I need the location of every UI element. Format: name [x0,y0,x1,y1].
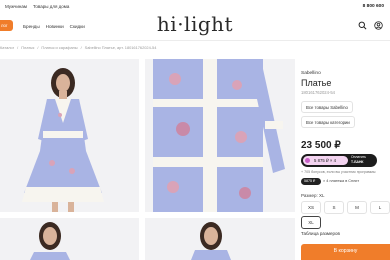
size-option-xl[interactable]: XL [301,216,321,229]
product-photo-3[interactable] [0,218,139,260]
size-option-s[interactable]: S [324,201,344,214]
breadcrumb: Каталог / Платья / Платья и сарафаны / S… [0,45,156,50]
all-category-products-chip[interactable]: Все товары категории [301,116,355,128]
bonus-info: + 705 бонусов, если вы участник программ… [301,170,376,174]
user-icon[interactable] [374,21,383,30]
product-photo-1[interactable] [0,59,139,212]
all-brand-products-chip[interactable]: Все товары Sabellino [301,101,353,113]
search-icon[interactable] [358,21,367,30]
breadcrumb-current: Sabellino Платье, арт. 180161762024-54 [84,45,157,50]
breadcrumb-separator: / [17,45,19,50]
main-nav: Бренды Новинки Скидки [23,24,85,29]
product-sku: 180161762024-54 [301,90,335,95]
size-table-link[interactable]: Таблица размеров [301,231,340,236]
nav-new-link[interactable]: Новинки [46,24,64,29]
header-divider [0,40,390,41]
product-photo-4[interactable] [145,218,295,260]
tbank-label: Оплатить Т-БАНК [351,155,366,164]
product-price: 23 500 ₽ [301,140,341,151]
size-option-xs[interactable]: XS [301,201,321,214]
size-option-l[interactable]: L [370,201,390,214]
size-label: Размер: XL [301,193,325,198]
product-photo-2[interactable] [145,59,295,212]
nav-brands-link[interactable]: Бренды [23,24,40,29]
tbank-label-line1: Оплатить [351,155,367,159]
split-badge: 5875 ₽ [301,178,321,185]
product-title: Платье [301,78,332,88]
tbank-label-line2: Т-БАНК [351,159,364,164]
size-option-m[interactable]: M [347,201,367,214]
split-info[interactable]: × 4 платежа в Сплит [323,179,359,183]
product-brand[interactable]: Sabellino [301,71,321,76]
catalog-button[interactable]: лог [0,20,13,31]
breadcrumb-separator: / [37,45,39,50]
nav-sale-link[interactable]: Скидки [70,24,85,29]
breadcrumb-catalog[interactable]: Каталог [0,45,14,50]
tbank-logo-icon [305,158,310,163]
breadcrumb-dresses-sundresses[interactable]: Платья и сарафаны [41,45,77,50]
breadcrumb-separator: / [80,45,82,50]
breadcrumb-dresses[interactable]: Платья [21,45,34,50]
add-to-cart-button[interactable]: В корзину [301,244,390,260]
